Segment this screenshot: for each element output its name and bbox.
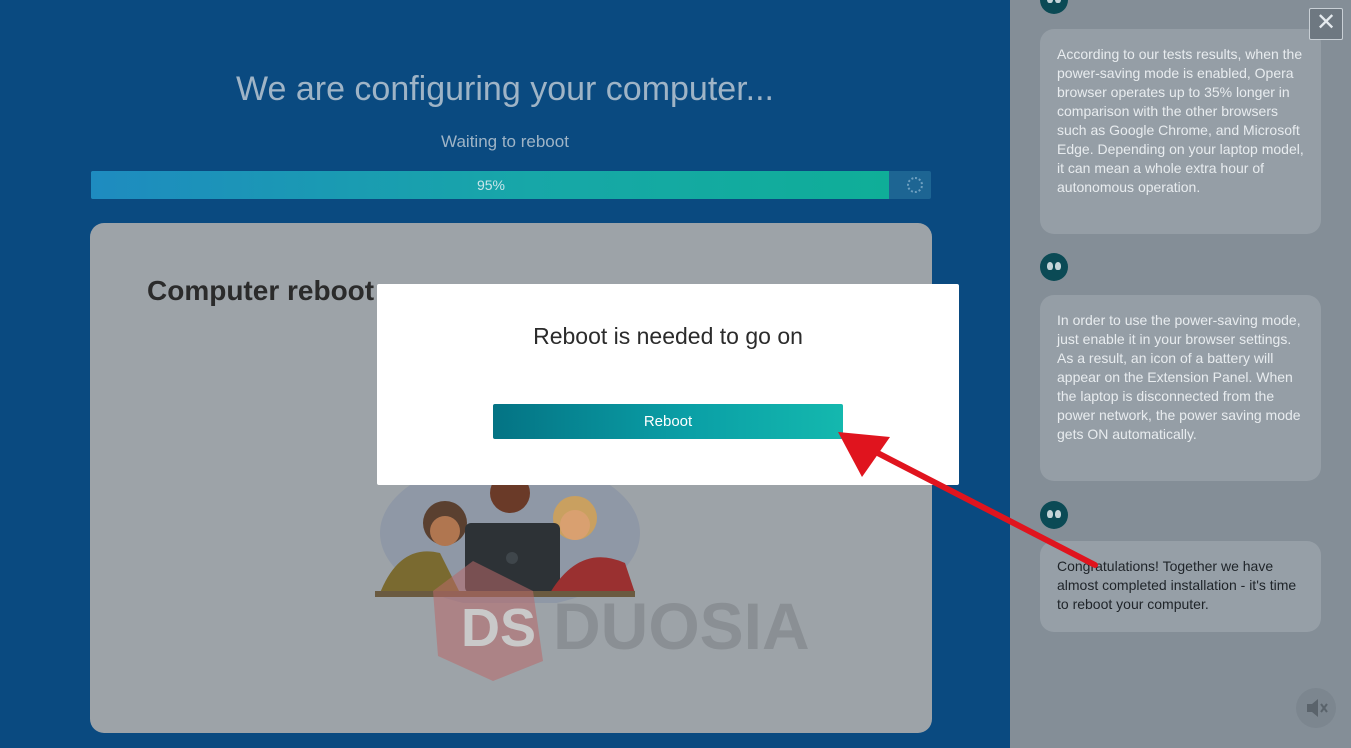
bot-avatar [1040, 253, 1068, 281]
reboot-dialog: Reboot is needed to go on Reboot [377, 284, 959, 485]
bot-avatar [1040, 501, 1068, 529]
close-icon: ✕ [1315, 9, 1337, 36]
dialog-title: Reboot is needed to go on [533, 323, 803, 349]
spinner-icon [907, 177, 923, 193]
mute-button[interactable] [1296, 688, 1336, 728]
reboot-button[interactable]: Reboot [493, 404, 843, 439]
card-heading: Computer reboot [147, 275, 375, 306]
watermark: DS DUOSIA [433, 561, 810, 681]
watermark-mark: DS [461, 598, 536, 658]
mute-icon [1307, 699, 1328, 717]
bot-avatar [1040, 0, 1068, 14]
chat-message: In order to use the power-saving mode, j… [1040, 295, 1321, 481]
chat-sidebar: According to our tests results, when the… [1010, 0, 1351, 748]
progress-label: 95% [476, 177, 506, 193]
close-button[interactable]: ✕ [1309, 8, 1343, 40]
status-text: Waiting to reboot [441, 132, 569, 151]
chat-message: According to our tests results, when the… [1040, 29, 1321, 234]
progress-bar: 95% [91, 171, 931, 199]
watermark-text: DUOSIA [553, 589, 810, 663]
page-title: We are configuring your computer... [236, 70, 774, 108]
chat-message: Congratulations! Together we have almost… [1040, 541, 1321, 632]
